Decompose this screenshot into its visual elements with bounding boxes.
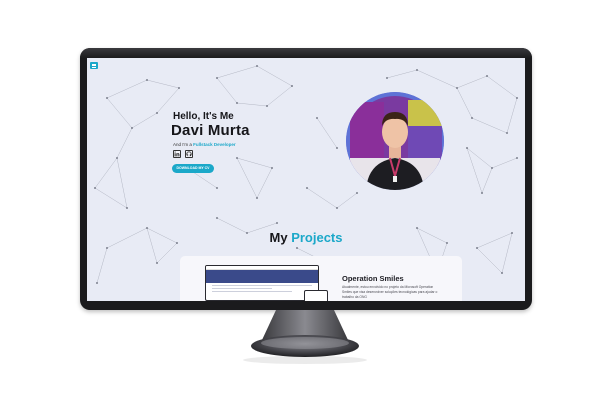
project-description: Atualmente, estou envolvido no projeto d… xyxy=(342,285,438,299)
menu-icon[interactable] xyxy=(90,62,98,69)
role-prefix: And I'm a xyxy=(173,142,192,147)
projects-heading-highlight: Projects xyxy=(291,230,343,245)
project-screenshot-mobile xyxy=(304,290,328,301)
projects-heading-prefix: My xyxy=(269,230,288,245)
greeting: Hello, It's Me xyxy=(173,111,234,122)
github-icon[interactable] xyxy=(185,150,193,158)
download-cv-button[interactable]: DOWNLOAD MY CV xyxy=(172,164,214,173)
developer-name: Davi Murta xyxy=(171,122,250,139)
linkedin-icon[interactable] xyxy=(173,150,181,158)
project-screenshot-desktop xyxy=(205,265,319,301)
projects-heading: My Projects xyxy=(87,230,525,245)
role-highlight: Fullstack Developer xyxy=(193,142,236,147)
avatar xyxy=(346,92,444,190)
product-mockup: Hello, It's Me Davi Murta And I'm a Full… xyxy=(0,0,612,408)
role-line: And I'm a Fullstack Developer xyxy=(173,142,236,147)
project-title: Operation Smiles xyxy=(342,274,404,283)
screen: Hello, It's Me Davi Murta And I'm a Full… xyxy=(87,58,525,301)
